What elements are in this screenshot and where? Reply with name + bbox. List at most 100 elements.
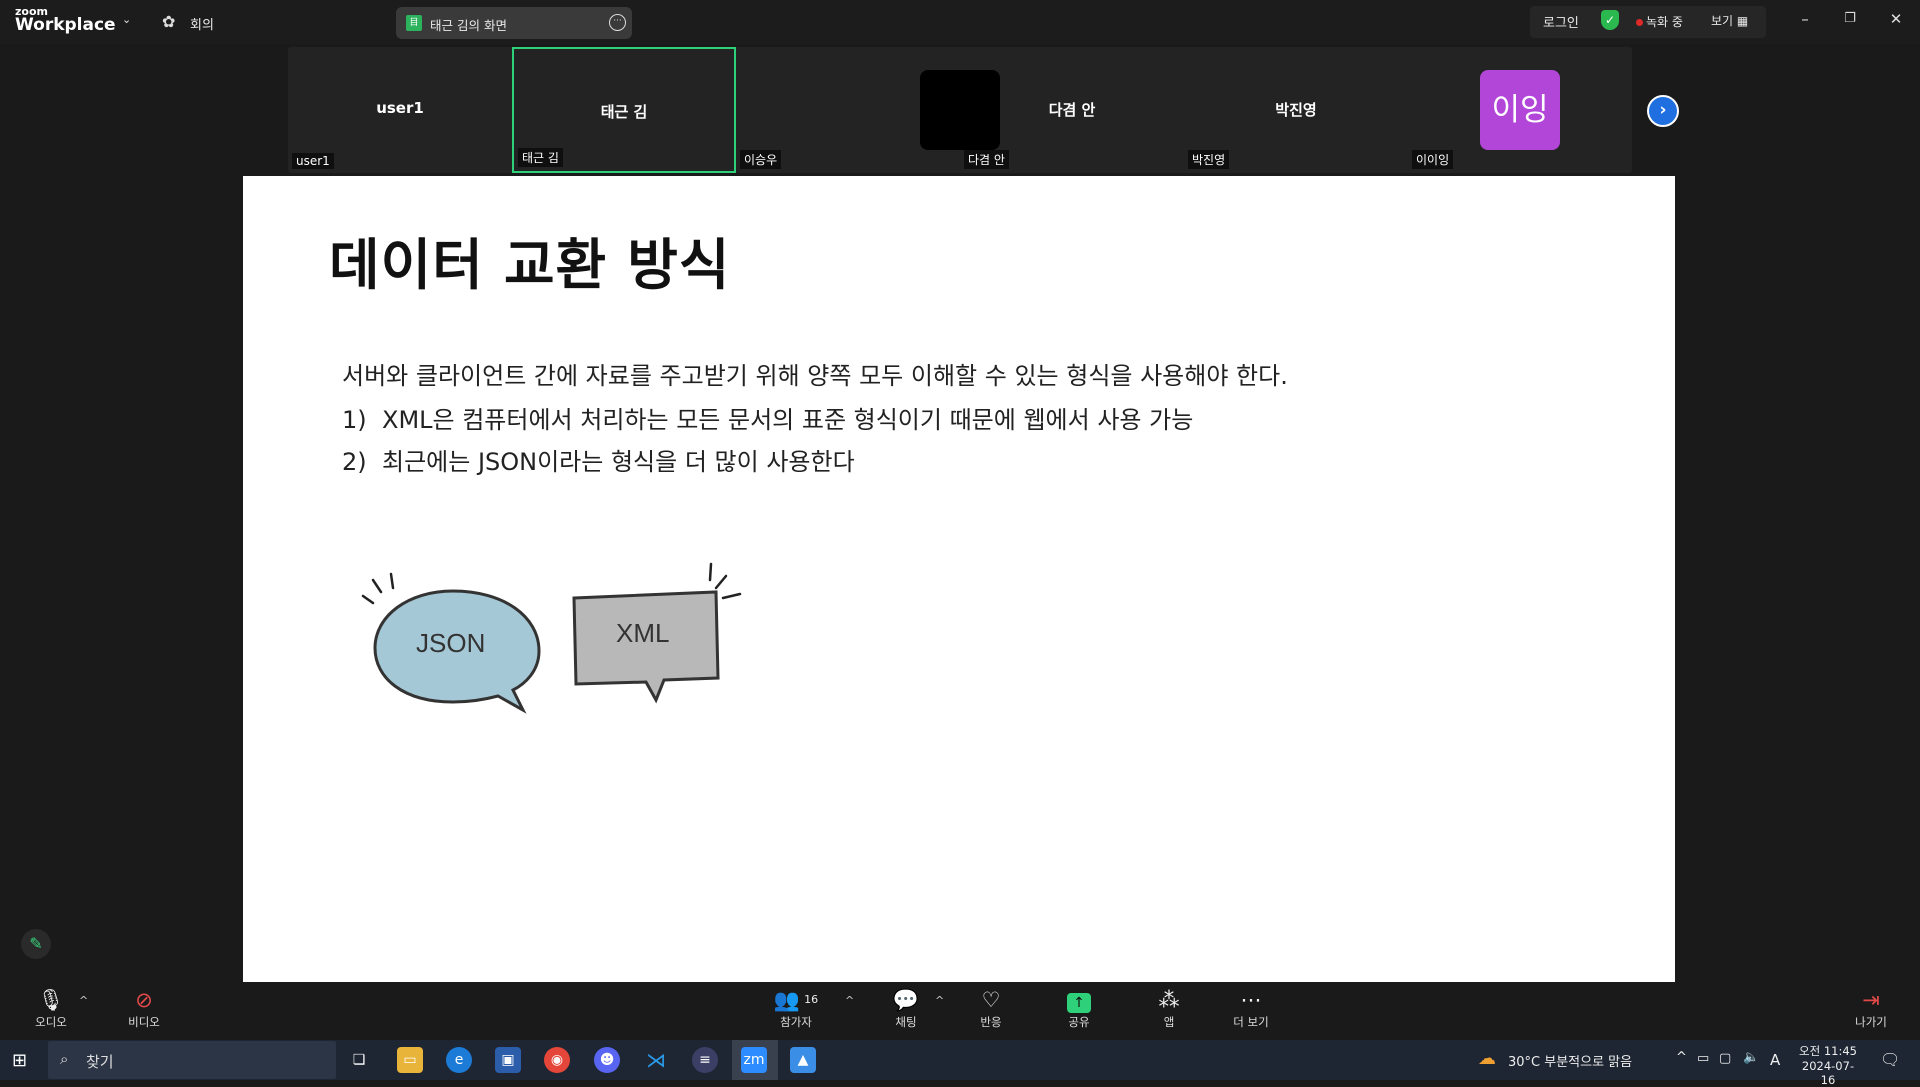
chat-icon: 💬	[892, 988, 920, 1012]
taskbar-search[interactable]: ⌕ 찾기	[48, 1041, 336, 1079]
participant-tile-active-speaker[interactable]: 태근 김 태근 김	[512, 47, 736, 173]
grid-icon: ▦	[1736, 14, 1749, 28]
share-title: 태근 김의 화면	[430, 18, 507, 33]
shared-screen: 데이터 교환 방식 서버와 클라이언트 간에 자료를 주고받기 위해 양쪽 모두…	[243, 176, 1675, 982]
network-icon[interactable]: ▭	[1697, 1051, 1709, 1066]
participants-caret-icon[interactable]: ^	[845, 994, 854, 1007]
heart-icon: ♡	[981, 988, 1001, 1012]
video-button[interactable]: ⊘ 비디오	[108, 986, 180, 1030]
shield-icon[interactable]: ✓	[1601, 10, 1619, 30]
leave-button[interactable]: ⇥ 나가기	[1835, 986, 1907, 1030]
app-icon[interactable]: ≡	[692, 1047, 718, 1073]
list-number: 1)	[342, 406, 367, 434]
zoom-logo: zoom Workplace	[15, 6, 116, 34]
apps-button[interactable]: ⁂ 앱	[1133, 986, 1205, 1030]
participant-name-label: 다겸 안	[964, 150, 1009, 169]
ime-indicator[interactable]: A	[1770, 1051, 1780, 1069]
clock[interactable]: 오전 11:45 2024-07-16	[1796, 1043, 1860, 1087]
weather-text[interactable]: 30°C 부분적으로 맑음	[1508, 1051, 1632, 1070]
apps-label: 앱	[1163, 1015, 1175, 1029]
chat-caret-icon[interactable]: ^	[935, 994, 944, 1007]
apps-icon: ⁂	[1158, 988, 1180, 1012]
participant-avatar-black	[920, 70, 1000, 150]
video-off-icon: ⊘	[135, 988, 153, 1012]
leave-label: 나가기	[1855, 1015, 1887, 1029]
participant-name-center: user1	[376, 99, 424, 117]
clock-time: 오전 11:45	[1799, 1044, 1857, 1058]
wifi-icon[interactable]: ▢	[1719, 1051, 1731, 1066]
screen-share-pill[interactable]: 目 태근 김의 화면 ···	[396, 7, 632, 39]
participant-name-center: 태근 김	[600, 103, 648, 121]
more-button[interactable]: ⋯ 더 보기	[1215, 986, 1287, 1030]
microphone-icon: 🎙	[37, 988, 65, 1012]
tray-expand-icon[interactable]: ^	[1676, 1050, 1687, 1065]
view-button[interactable]: 보기 ▦	[1711, 12, 1748, 29]
annotate-pen-icon[interactable]: ✎	[21, 929, 51, 959]
search-icon: ⌕	[60, 1050, 69, 1068]
reactions-button[interactable]: ♡ 반응	[955, 986, 1027, 1030]
participant-name-label: 박진영	[1188, 150, 1230, 169]
chat-label: 채팅	[895, 1015, 917, 1029]
store-icon[interactable]: ▣	[495, 1047, 521, 1073]
recording-label: 녹화 중	[1646, 15, 1683, 29]
view-label: 보기	[1711, 14, 1734, 28]
edge-icon[interactable]: e	[446, 1047, 472, 1073]
meeting-toolbar: 🎙 오디오 ^ ⊘ 비디오 👥 16 참가자 ^ 💬 채팅 ^ ♡ 반응 ↑ 공유…	[0, 982, 1920, 1040]
volume-icon[interactable]: 🔈	[1743, 1050, 1759, 1065]
chevron-down-icon[interactable]: ⌄	[122, 13, 131, 26]
weather-icon: ☁	[1478, 1048, 1496, 1069]
participant-name-label: 태근 김	[518, 148, 563, 167]
login-button[interactable]: 로그인	[1543, 12, 1579, 31]
participant-name-label: user1	[292, 153, 334, 169]
share-button[interactable]: ↑ 공유	[1043, 986, 1115, 1030]
audio-options-caret-icon[interactable]: ^	[79, 994, 88, 1007]
more-options-icon[interactable]: ···	[609, 14, 626, 31]
restore-icon[interactable]: ❐	[1841, 10, 1859, 28]
slide-list-item: 1) XML은 컴퓨터에서 처리하는 모든 문서의 표준 형식이기 때문에 웹에서…	[342, 400, 1193, 435]
participant-count: 16	[804, 993, 819, 1006]
participant-tile[interactable]: 박진영 박진영	[1184, 47, 1408, 173]
file-explorer-icon[interactable]: ▭	[397, 1047, 423, 1073]
participant-name-center: 박진영	[1275, 101, 1317, 119]
recording-indicator[interactable]: 녹화 중	[1636, 13, 1683, 30]
zoom-icon[interactable]: zm	[741, 1047, 767, 1073]
logo-big-text: Workplace	[15, 15, 116, 35]
more-label: 더 보기	[1233, 1015, 1269, 1029]
task-view-icon[interactable]: ❏	[346, 1047, 372, 1073]
chrome-icon[interactable]: ◉	[544, 1047, 570, 1073]
notification-icon[interactable]: 🗨	[1880, 1050, 1900, 1069]
ellipsis-icon: ⋯	[1240, 988, 1262, 1012]
discord-icon[interactable]: ☻	[594, 1047, 620, 1073]
participants-icon: 👥 16	[773, 988, 819, 1012]
title-bar: zoom Workplace ⌄ ✿ 회의 目 태근 김의 화면 ··· 로그인…	[0, 0, 1920, 44]
reactions-label: 반응	[980, 1015, 1002, 1029]
participant-name-label: 이승우	[740, 150, 782, 169]
slide-title: 데이터 교환 방식	[329, 233, 731, 297]
json-bubble: JSON	[353, 566, 553, 716]
chat-button[interactable]: 💬 채팅	[870, 986, 942, 1030]
audio-button[interactable]: 🎙 오디오	[15, 986, 87, 1030]
close-icon[interactable]: ✕	[1887, 10, 1905, 28]
participant-tile[interactable]: user1 user1	[288, 47, 512, 173]
windows-taskbar: ⊞ ⌕ 찾기 ❏ ▭ e ▣ ◉ ☻ ⋊ ≡ zm ▲ ☁ 30°C 부분적으로…	[0, 1040, 1920, 1087]
meeting-menu[interactable]: 회의	[190, 14, 214, 33]
record-dot-icon	[1636, 19, 1643, 26]
photos-icon[interactable]: ▲	[790, 1047, 816, 1073]
audio-label: 오디오	[35, 1015, 67, 1029]
json-label: JSON	[416, 628, 486, 658]
exit-icon: ⇥	[1862, 988, 1880, 1012]
participant-avatar-purple: 이잉	[1480, 70, 1560, 150]
meeting-icon[interactable]: ✿	[162, 12, 175, 31]
vscode-icon[interactable]: ⋊	[643, 1047, 669, 1073]
gallery-next-button[interactable]: ›	[1647, 95, 1679, 127]
share-label: 공유	[1068, 1015, 1090, 1029]
xml-bubble: XML	[568, 558, 768, 718]
minimize-icon[interactable]: –	[1796, 10, 1814, 28]
list-text: XML은 컴퓨터에서 처리하는 모든 문서의 표준 형식이기 때문에 웹에서 사…	[382, 406, 1194, 434]
windows-start-icon[interactable]: ⊞	[12, 1050, 27, 1071]
participants-button[interactable]: 👥 16 참가자	[760, 986, 832, 1030]
search-label: 찾기	[86, 1053, 114, 1071]
slide-intro: 서버와 클라이언트 간에 자료를 주고받기 위해 양쪽 모두 이해할 수 있는 …	[342, 362, 1288, 390]
xml-label: XML	[616, 618, 670, 648]
participant-name-label: 이이잉	[1412, 150, 1454, 169]
